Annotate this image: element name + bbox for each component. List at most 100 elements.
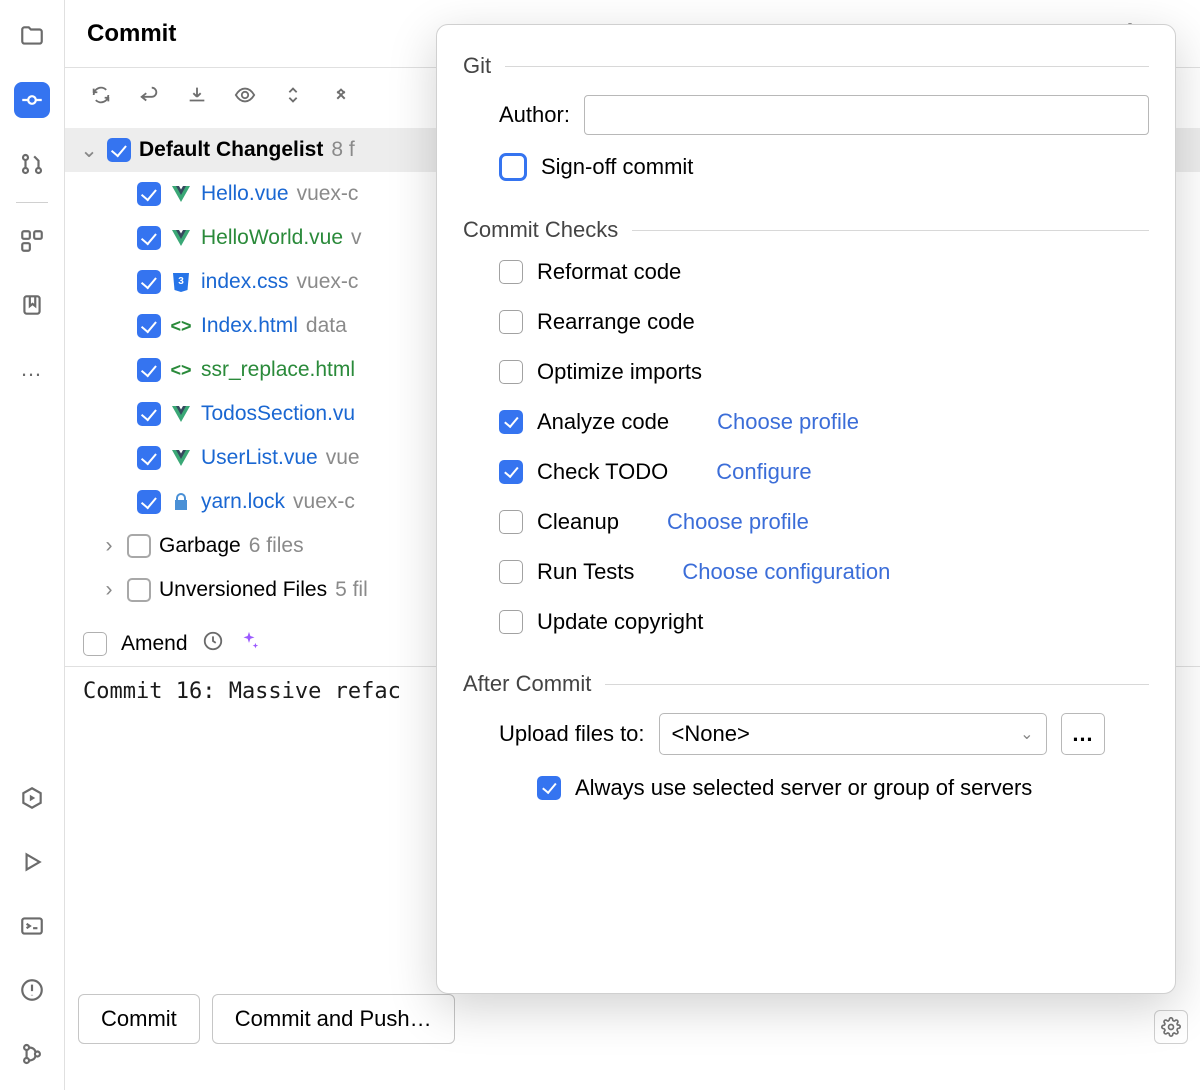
upload-target-select[interactable]: <None> ⌄	[659, 713, 1047, 755]
svg-text:3: 3	[178, 276, 184, 287]
diff-preview-icon[interactable]	[227, 77, 263, 113]
vue-file-icon	[169, 446, 193, 470]
run-tool-icon[interactable]	[14, 844, 50, 880]
todo-configure-link[interactable]: Configure	[716, 459, 811, 485]
expand-collapse-icon[interactable]	[275, 77, 311, 113]
vcs-tool-icon[interactable]	[14, 1036, 50, 1072]
commit-settings-icon[interactable]	[1154, 1010, 1188, 1044]
check-label: Cleanup	[537, 509, 619, 535]
group-label: Garbage	[159, 534, 241, 558]
check-todo-checkbox[interactable]	[499, 460, 523, 484]
vue-file-icon	[169, 226, 193, 250]
commit-options-popup: Git Author: Sign-off commit Commit Check…	[436, 24, 1176, 994]
run-tests-config-link[interactable]: Choose configuration	[682, 559, 890, 585]
group-hint: 5 fil	[335, 578, 368, 602]
file-name: UserList.vue	[201, 446, 318, 470]
upload-label: Upload files to:	[499, 721, 645, 747]
check-label: Reformat code	[537, 259, 681, 285]
check-row: Reformat code	[499, 259, 1149, 285]
file-checkbox[interactable]	[137, 490, 161, 514]
chevron-down-icon[interactable]: ⌄	[79, 138, 99, 163]
lock-file-icon	[169, 490, 193, 514]
changelist-hint: 8 f	[331, 138, 354, 162]
cleanup-checkbox[interactable]	[499, 510, 523, 534]
file-name: HelloWorld.vue	[201, 226, 343, 250]
panel-title: Commit	[87, 20, 176, 48]
file-checkbox[interactable]	[137, 270, 161, 294]
signoff-label: Sign-off commit	[541, 154, 693, 180]
file-checkbox[interactable]	[137, 226, 161, 250]
reformat-code-checkbox[interactable]	[499, 260, 523, 284]
amend-checkbox[interactable]	[83, 632, 107, 656]
check-label: Check TODO	[537, 459, 668, 485]
analyze-code-checkbox[interactable]	[499, 410, 523, 434]
ai-sparkle-icon[interactable]	[238, 630, 260, 658]
file-name: yarn.lock	[201, 490, 285, 514]
structure-tool-icon[interactable]	[14, 223, 50, 259]
divider	[605, 684, 1149, 685]
file-checkbox[interactable]	[137, 402, 161, 426]
upload-browse-button[interactable]: …	[1061, 713, 1105, 755]
file-checkbox[interactable]	[137, 358, 161, 382]
file-name: Index.html	[201, 314, 298, 338]
author-input[interactable]	[584, 95, 1149, 135]
more-tool-icon[interactable]: …	[14, 351, 50, 387]
file-hint: vuex-c	[297, 182, 359, 206]
chevron-down-icon: ⌄	[1020, 724, 1033, 744]
unversioned-checkbox[interactable]	[127, 578, 151, 602]
commit-button[interactable]: Commit	[78, 994, 200, 1044]
file-checkbox[interactable]	[137, 314, 161, 338]
analyze-profile-link[interactable]: Choose profile	[717, 409, 859, 435]
divider	[505, 66, 1149, 67]
upload-target-value: <None>	[672, 721, 750, 747]
html-file-icon: <>	[169, 314, 193, 338]
file-hint: vuex-c	[293, 490, 355, 514]
chevron-right-icon[interactable]: ›	[99, 534, 119, 558]
history-icon[interactable]	[202, 630, 224, 658]
file-checkbox[interactable]	[137, 182, 161, 206]
refresh-icon[interactable]	[83, 77, 119, 113]
pull-requests-tool-icon[interactable]	[14, 146, 50, 182]
file-name: TodosSection.vu	[201, 402, 355, 426]
bookmarks-tool-icon[interactable]	[14, 287, 50, 323]
optimize-imports-checkbox[interactable]	[499, 360, 523, 384]
update-copyright-checkbox[interactable]	[499, 610, 523, 634]
group-by-icon[interactable]	[323, 77, 359, 113]
garbage-checkbox[interactable]	[127, 534, 151, 558]
divider	[632, 230, 1149, 231]
changelist-checkbox[interactable]	[107, 138, 131, 162]
problems-tool-icon[interactable]	[14, 972, 50, 1008]
project-tool-icon[interactable]	[14, 18, 50, 54]
file-hint: vuex-c	[297, 270, 359, 294]
check-label: Run Tests	[537, 559, 634, 585]
commit-and-push-button[interactable]: Commit and Push…	[212, 994, 455, 1044]
check-row: Check TODO Configure	[499, 459, 1149, 485]
signoff-checkbox[interactable]	[499, 153, 527, 181]
check-label: Optimize imports	[537, 359, 702, 385]
check-row: Optimize imports	[499, 359, 1149, 385]
cleanup-profile-link[interactable]: Choose profile	[667, 509, 809, 535]
services-tool-icon[interactable]	[14, 780, 50, 816]
check-row: Analyze code Choose profile	[499, 409, 1149, 435]
check-row: Run Tests Choose configuration	[499, 559, 1149, 585]
html-file-icon: <>	[169, 358, 193, 382]
always-use-label: Always use selected server or group of s…	[575, 775, 1032, 801]
rearrange-code-checkbox[interactable]	[499, 310, 523, 334]
file-checkbox[interactable]	[137, 446, 161, 470]
check-label: Update copyright	[537, 609, 703, 635]
file-name: ssr_replace.html	[201, 358, 355, 382]
always-use-server-checkbox[interactable]	[537, 776, 561, 800]
file-hint: vue	[326, 446, 360, 470]
changelist-label: Default Changelist	[139, 138, 323, 162]
check-label: Rearrange code	[537, 309, 695, 335]
git-section-label: Git	[463, 53, 491, 79]
chevron-right-icon[interactable]: ›	[99, 578, 119, 602]
amend-label: Amend	[121, 632, 188, 656]
terminal-tool-icon[interactable]	[14, 908, 50, 944]
author-label: Author:	[499, 102, 570, 128]
run-tests-checkbox[interactable]	[499, 560, 523, 584]
commit-checks-section-label: Commit Checks	[463, 217, 618, 243]
rollback-icon[interactable]	[131, 77, 167, 113]
shelve-icon[interactable]	[179, 77, 215, 113]
commit-tool-icon[interactable]	[14, 82, 50, 118]
